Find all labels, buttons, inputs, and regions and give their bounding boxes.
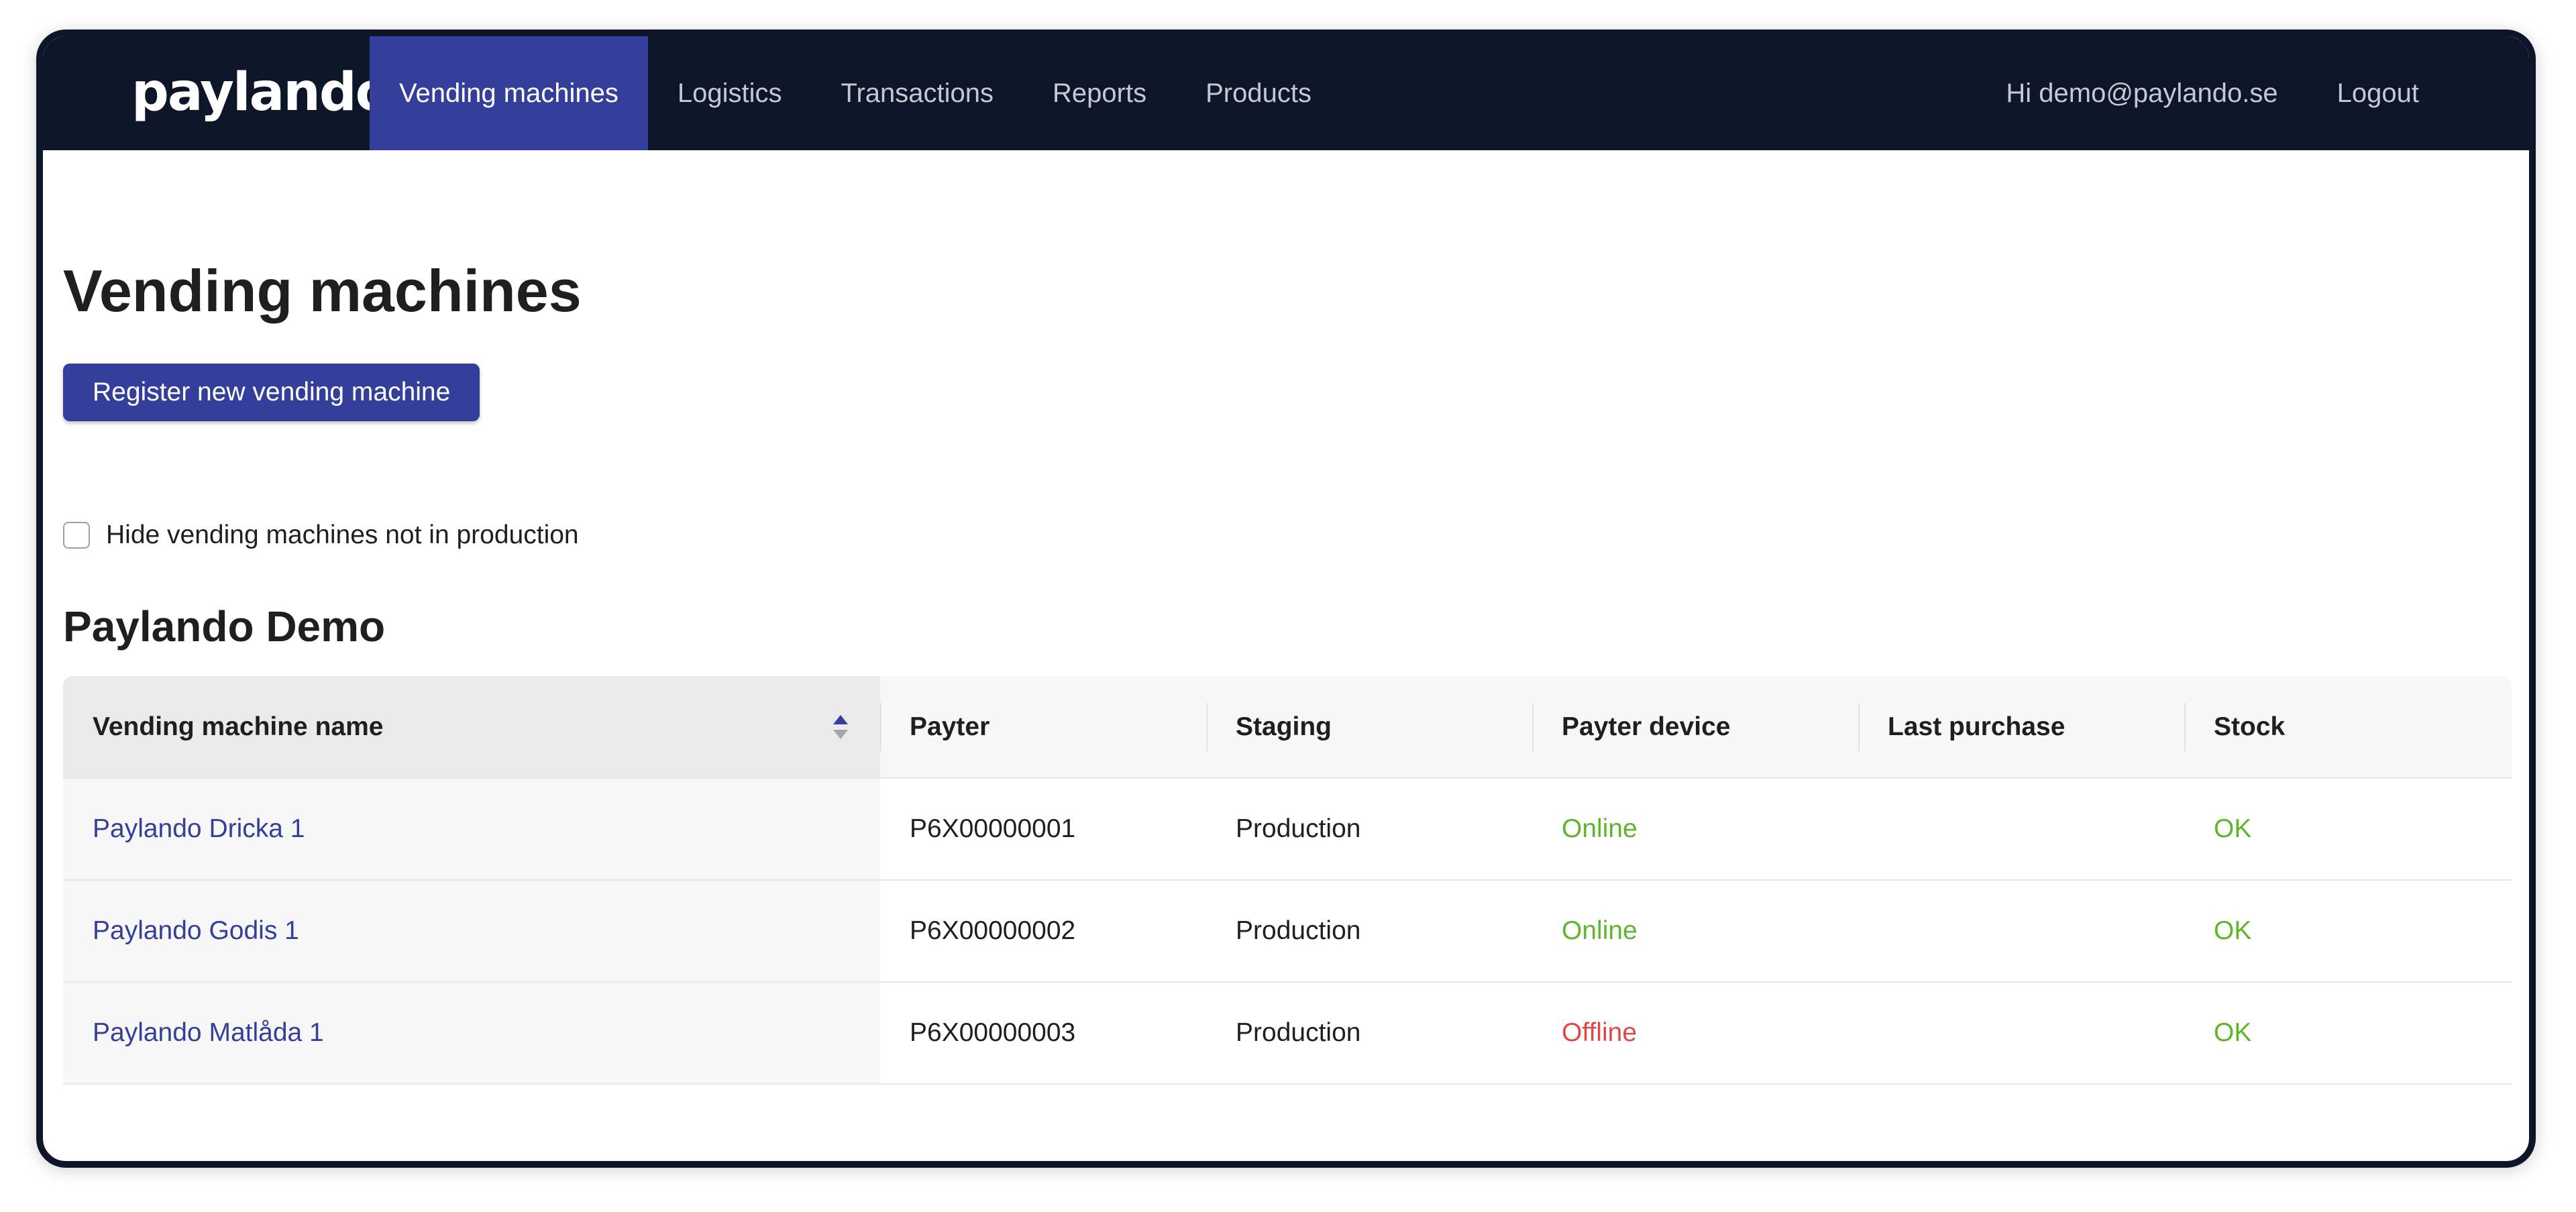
table-row: Paylando Matlåda 1 P6X00000003 Productio… (63, 982, 2512, 1084)
staging-cell: Production (1236, 814, 1361, 843)
page-title: Vending machines (63, 258, 582, 324)
group-title: Paylando Demo (63, 602, 386, 651)
stock-status: OK (2214, 814, 2252, 843)
staging-cell: Production (1236, 1018, 1361, 1047)
last-purchase-cell (1858, 880, 2184, 982)
column-header-label: Vending machine name (93, 712, 384, 741)
payter-cell: P6X00000003 (910, 1018, 1076, 1047)
last-purchase-cell (1858, 982, 2184, 1084)
last-purchase-cell (1858, 778, 2184, 880)
column-header-last-purchase[interactable]: Last purchase (1858, 676, 2184, 778)
nav-item-vending-machines[interactable]: Vending machines (370, 36, 648, 150)
main-nav: Vending machines Logistics Transactions … (370, 36, 1341, 150)
payter-device-status: Online (1562, 916, 1638, 945)
machine-name-cell: Paylando Godis 1 (63, 880, 880, 982)
app-window: paylando Vending machines Logistics Tran… (36, 30, 2536, 1168)
machine-name-link[interactable]: Paylando Matlåda 1 (93, 1018, 324, 1047)
machine-name-cell: Paylando Dricka 1 (63, 778, 880, 880)
staging-cell: Production (1236, 916, 1361, 945)
table-row: Paylando Godis 1 P6X00000002 Production … (63, 880, 2512, 982)
column-header-payter[interactable]: Payter (880, 676, 1206, 778)
stock-status: OK (2214, 1018, 2252, 1047)
column-header-payter-device[interactable]: Payter device (1532, 676, 1858, 778)
hide-not-in-production-checkbox[interactable] (63, 522, 90, 549)
user-greeting[interactable]: Hi demo@paylando.se (1976, 36, 2307, 150)
hide-not-in-production-filter[interactable]: Hide vending machines not in production (63, 520, 579, 550)
table-header-row: Vending machine name Payter Staging Payt… (63, 676, 2512, 778)
nav-item-logistics[interactable]: Logistics (648, 36, 812, 150)
table-row: Paylando Dricka 1 P6X00000001 Production… (63, 778, 2512, 880)
payter-device-status: Offline (1562, 1018, 1638, 1047)
sort-up-down-icon[interactable] (832, 711, 849, 743)
nav-item-transactions[interactable]: Transactions (812, 36, 1024, 150)
paylando-logo[interactable]: paylando (131, 59, 391, 126)
user-nav: Hi demo@paylando.se Logout (1976, 36, 2449, 150)
machine-name-link[interactable]: Paylando Godis 1 (93, 916, 299, 945)
vending-machines-table: Vending machine name Payter Staging Payt… (63, 676, 2512, 1085)
register-vending-machine-button[interactable]: Register new vending machine (63, 364, 480, 421)
payter-device-status: Online (1562, 814, 1638, 843)
column-header-stock[interactable]: Stock (2184, 676, 2512, 778)
stock-status: OK (2214, 916, 2252, 945)
payter-cell: P6X00000002 (910, 916, 1076, 945)
column-header-name[interactable]: Vending machine name (63, 676, 880, 778)
nav-item-products[interactable]: Products (1176, 36, 1341, 150)
machine-name-cell: Paylando Matlåda 1 (63, 982, 880, 1084)
column-header-staging[interactable]: Staging (1206, 676, 1532, 778)
hide-not-in-production-label[interactable]: Hide vending machines not in production (106, 520, 579, 550)
payter-cell: P6X00000001 (910, 814, 1076, 843)
top-navbar: paylando Vending machines Logistics Tran… (43, 36, 2529, 150)
nav-item-reports[interactable]: Reports (1023, 36, 1176, 150)
logout-link[interactable]: Logout (2308, 36, 2449, 150)
machine-name-link[interactable]: Paylando Dricka 1 (93, 814, 305, 843)
